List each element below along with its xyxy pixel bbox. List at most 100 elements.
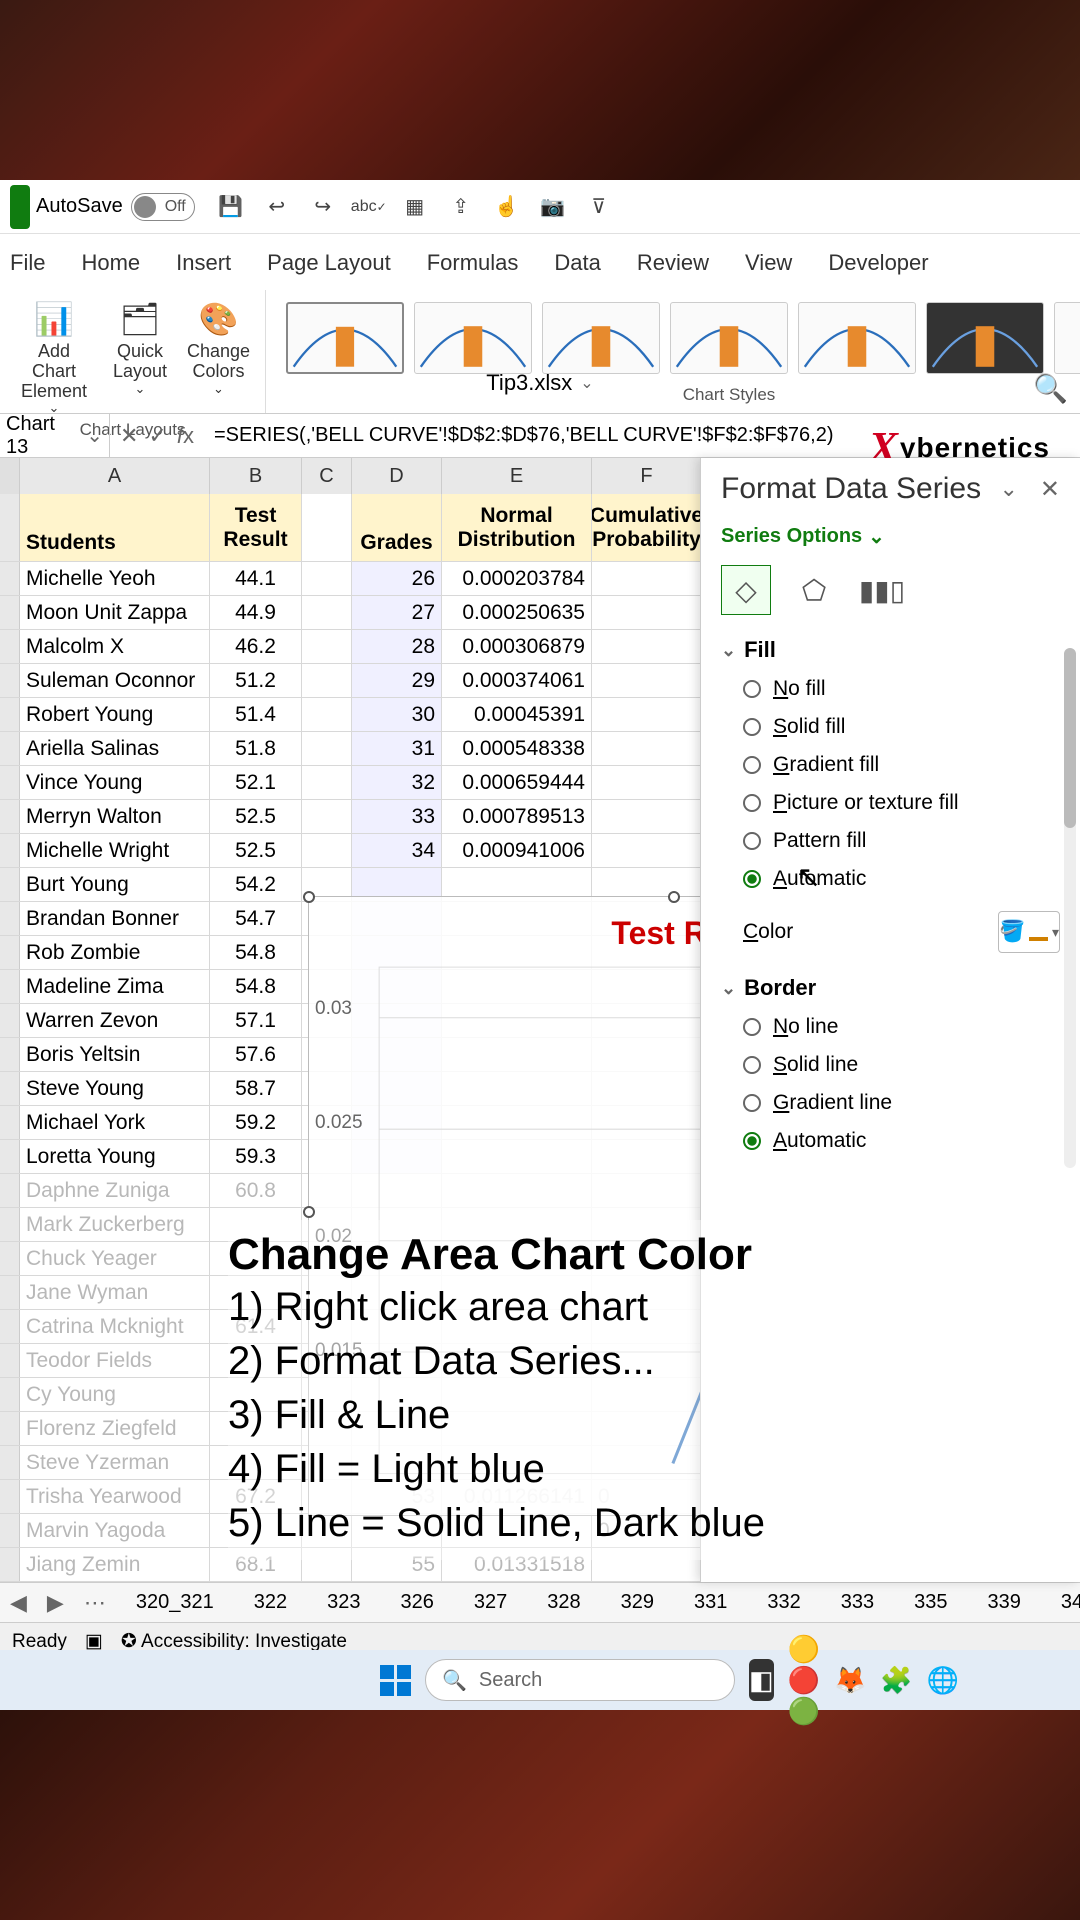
tab-data[interactable]: Data bbox=[550, 242, 604, 284]
sheet-tab[interactable]: 329 bbox=[611, 1587, 664, 1618]
enter-formula-icon[interactable]: ✓ bbox=[148, 423, 166, 449]
windows-taskbar: 🔍 Search ◧ 🟡🔴🟢 🦊 🧩 🌐 bbox=[0, 1650, 1080, 1710]
close-icon[interactable]: ✕ bbox=[1040, 475, 1060, 504]
sheet-nav-next[interactable]: ▶ bbox=[47, 1590, 64, 1616]
save-icon[interactable]: 💾 bbox=[211, 187, 251, 227]
edge-icon[interactable]: 🌐 bbox=[927, 1659, 959, 1701]
tab-view[interactable]: View bbox=[741, 242, 796, 284]
ribbon-tabs: File Home Insert Page Layout Formulas Da… bbox=[0, 234, 1080, 284]
instruction-step: 5) Line = Solid Line, Dark blue bbox=[228, 1496, 988, 1550]
firefox-icon[interactable]: 🦊 bbox=[834, 1659, 866, 1701]
chevron-down-icon[interactable]: ⌄ bbox=[999, 476, 1017, 502]
chrome-icon[interactable]: 🟡🔴🟢 bbox=[788, 1659, 820, 1701]
mouse-cursor-icon: ↖ bbox=[796, 860, 821, 895]
col-header[interactable]: B bbox=[210, 458, 302, 494]
radio-option[interactable]: Gradient fill bbox=[743, 753, 1060, 777]
sheet-tab[interactable]: 323 bbox=[317, 1587, 370, 1618]
spellcheck-icon[interactable]: abc✓ bbox=[349, 187, 389, 227]
chart-style-thumb[interactable] bbox=[670, 302, 788, 374]
instruction-step: 1) Right click area chart bbox=[228, 1280, 988, 1334]
chart-style-thumb[interactable] bbox=[414, 302, 532, 374]
radio-dot-icon bbox=[743, 1094, 761, 1112]
undo-icon[interactable]: ↩ bbox=[257, 187, 297, 227]
tab-home[interactable]: Home bbox=[77, 242, 144, 284]
sheet-tab[interactable]: 335 bbox=[904, 1587, 957, 1618]
sheet-tab[interactable]: 326 bbox=[390, 1587, 443, 1618]
chevron-down-icon: ⌄ bbox=[86, 423, 103, 448]
change-colors-button[interactable]: 🎨 Change Colors⌄ bbox=[182, 294, 255, 420]
add-chart-element-button[interactable]: 📊 Add Chart Element⌄ bbox=[10, 294, 98, 420]
fill-and-line-tab-icon[interactable]: ◇ bbox=[721, 565, 771, 615]
search-icon[interactable]: 🔍 bbox=[1033, 372, 1068, 405]
instruction-step: 4) Fill = Light blue bbox=[228, 1442, 988, 1496]
autosave-pill[interactable]: Off bbox=[131, 193, 195, 221]
radio-dot-icon bbox=[743, 794, 761, 812]
sheet-tab[interactable]: 327 bbox=[464, 1587, 517, 1618]
chart-style-thumb[interactable] bbox=[798, 302, 916, 374]
sheet-tab[interactable]: 322 bbox=[244, 1587, 297, 1618]
radio-option[interactable]: Pattern fill bbox=[743, 829, 1060, 853]
series-options-dropdown[interactable]: Series Options⌄ bbox=[721, 524, 1060, 549]
fx-icon[interactable]: fx bbox=[177, 423, 194, 449]
quick-layout-button[interactable]: 🗂 Quick Layout⌄ bbox=[106, 294, 174, 420]
radio-option[interactable]: Solid line bbox=[743, 1053, 1060, 1077]
pane-scrollbar[interactable] bbox=[1064, 648, 1076, 1168]
redo-icon[interactable]: ↪ bbox=[303, 187, 343, 227]
chart-style-thumb[interactable] bbox=[926, 302, 1044, 374]
sheet-nav-more[interactable]: ⋯ bbox=[84, 1590, 106, 1616]
col-header[interactable]: A bbox=[20, 458, 210, 494]
app-icon[interactable]: 🧩 bbox=[880, 1659, 912, 1701]
windows-start-button[interactable] bbox=[380, 1659, 411, 1701]
radio-option[interactable]: Automatic bbox=[743, 867, 1060, 891]
excel-app-icon[interactable] bbox=[10, 185, 30, 229]
effects-tab-icon[interactable]: ⬠ bbox=[789, 565, 839, 615]
sheet-tab[interactable]: 320_321 bbox=[126, 1587, 224, 1618]
sheet-tab[interactable]: 332 bbox=[757, 1587, 810, 1618]
sheet-tab[interactable]: 333 bbox=[831, 1587, 884, 1618]
name-box[interactable]: Chart 13⌄ bbox=[0, 413, 110, 459]
tab-developer[interactable]: Developer bbox=[824, 242, 932, 284]
grid-icon[interactable]: ▦ bbox=[395, 187, 435, 227]
radio-option[interactable]: No line bbox=[743, 1015, 1060, 1039]
qat-overflow-icon[interactable]: ⊽ bbox=[579, 187, 619, 227]
radio-option[interactable]: Automatic bbox=[743, 1129, 1060, 1153]
radio-option[interactable]: Gradient line bbox=[743, 1091, 1060, 1115]
sheet-nav-prev[interactable]: ◀ bbox=[10, 1590, 27, 1616]
chart-style-thumb[interactable] bbox=[542, 302, 660, 374]
col-header[interactable]: F bbox=[592, 458, 702, 494]
autosave-toggle[interactable]: AutoSave Off bbox=[36, 193, 195, 221]
task-view-icon[interactable]: ◧ bbox=[749, 1659, 774, 1701]
radio-option[interactable]: Picture or texture fill bbox=[743, 791, 1060, 815]
tab-formulas[interactable]: Formulas bbox=[423, 242, 523, 284]
header-test-result: Test Result bbox=[210, 494, 302, 561]
series-options-tab-icon[interactable]: ▮▮▯ bbox=[857, 565, 907, 615]
color-picker-button[interactable]: 🪣▾ bbox=[998, 911, 1060, 953]
sheet-tab[interactable]: 331 bbox=[684, 1587, 737, 1618]
border-section-header[interactable]: ⌄Border bbox=[721, 975, 1060, 1001]
fill-section-header[interactable]: ⌄Fill bbox=[721, 637, 1060, 663]
camera-icon[interactable]: 📷 bbox=[533, 187, 573, 227]
col-header[interactable]: C bbox=[302, 458, 352, 494]
tab-review[interactable]: Review bbox=[633, 242, 713, 284]
col-header[interactable]: D bbox=[352, 458, 442, 494]
tab-file[interactable]: File bbox=[6, 242, 49, 284]
tab-page-layout[interactable]: Page Layout bbox=[263, 242, 395, 284]
radio-dot-icon bbox=[743, 832, 761, 850]
chart-style-thumb[interactable] bbox=[1054, 302, 1080, 374]
sheet-tab[interactable]: 340 bbox=[1051, 1587, 1080, 1618]
sheet-tab[interactable]: 339 bbox=[977, 1587, 1030, 1618]
chart-styles-gallery[interactable] bbox=[276, 294, 1080, 385]
tab-insert[interactable]: Insert bbox=[172, 242, 235, 284]
radio-option[interactable]: No fill bbox=[743, 677, 1060, 701]
background-top bbox=[0, 0, 1080, 180]
sheet-tab[interactable]: 328 bbox=[537, 1587, 590, 1618]
share-icon[interactable]: ⇪ bbox=[441, 187, 481, 227]
cancel-formula-icon[interactable]: ✕ bbox=[120, 423, 138, 449]
chart-style-thumb[interactable] bbox=[286, 302, 404, 374]
radio-dot-icon bbox=[743, 1132, 761, 1150]
touch-mode-icon[interactable]: ☝ bbox=[487, 187, 527, 227]
radio-option[interactable]: Solid fill bbox=[743, 715, 1060, 739]
taskbar-search[interactable]: 🔍 Search bbox=[425, 1659, 735, 1701]
col-header[interactable]: E bbox=[442, 458, 592, 494]
y-tick: 0.025 bbox=[315, 1112, 363, 1134]
